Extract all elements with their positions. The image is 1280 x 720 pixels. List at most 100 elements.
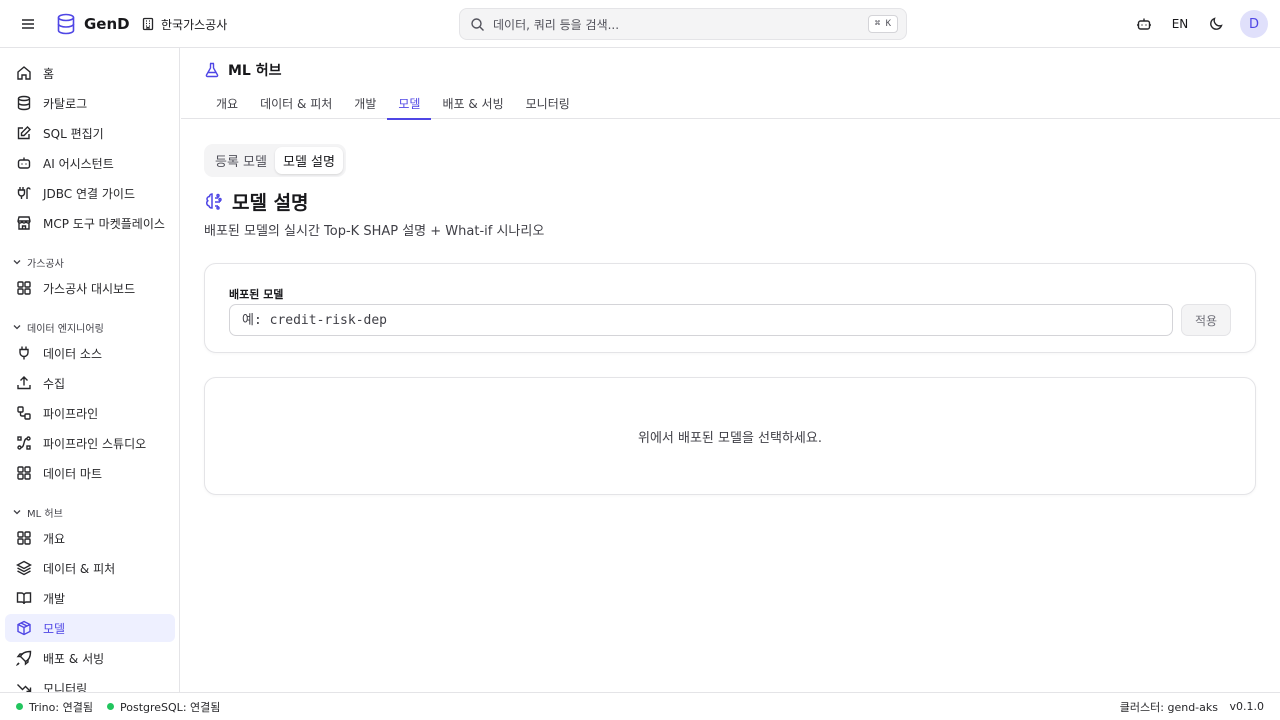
sidebar-item-pipeline[interactable]: 파이프라인 xyxy=(5,399,175,427)
apply-button[interactable]: 적용 xyxy=(1181,304,1231,336)
flask-icon xyxy=(205,62,219,78)
box-icon xyxy=(17,620,31,636)
sidebar-group-ml-hub[interactable]: ML 허브 xyxy=(12,504,63,520)
sidebar-item-data-mart[interactable]: 데이터 마트 xyxy=(5,459,175,487)
empty-state-message: 위에서 배포된 모델을 선택하세요. xyxy=(638,430,822,446)
sidebar-item-ml-dev[interactable]: 개발 xyxy=(5,584,175,612)
sidebar-item-pipeline-studio[interactable]: 파이프라인 스튜디오 xyxy=(5,429,175,457)
model-select-card: 배포된 모델 적용 xyxy=(204,263,1256,353)
database-logo-icon xyxy=(57,13,75,35)
avatar[interactable]: D xyxy=(1240,10,1268,38)
tab-data-features[interactable]: 데이터 & 피처 xyxy=(249,88,343,119)
search-box[interactable]: 데이터, 쿼리 등을 검색... ⌘ K xyxy=(459,8,907,40)
sidebar-item-ml-model[interactable]: 모델 xyxy=(5,614,175,642)
sidebar-item-label: 개발 xyxy=(43,591,66,606)
postgres-status: PostgreSQL: 연결됨 xyxy=(107,693,220,720)
tab-overview[interactable]: 개요 xyxy=(205,88,249,119)
sidebar-item-label: 파이프라인 스튜디오 xyxy=(43,436,147,451)
tab-monitoring[interactable]: 모니터링 xyxy=(515,88,581,119)
org-switcher[interactable]: 한국가스공사 xyxy=(141,14,227,34)
sidebar-item-label: 파이프라인 xyxy=(43,406,99,421)
sidebar-group-title: 데이터 엔지니어링 xyxy=(27,323,104,335)
sidebar-item-sql-editor[interactable]: SQL 편집기 xyxy=(5,119,175,147)
sidebar-item-label: 개요 xyxy=(43,531,66,546)
trino-status-text: Trino: 연결됨 xyxy=(29,700,93,714)
sidebar-item-label: 가스공사 대시보드 xyxy=(43,281,136,296)
grid-icon xyxy=(17,531,31,545)
brand[interactable]: GenD xyxy=(56,12,130,36)
deployed-model-input[interactable] xyxy=(229,304,1173,336)
tab-development[interactable]: 개발 xyxy=(343,88,387,119)
trend-icon xyxy=(17,684,32,692)
brand-name: GenD xyxy=(84,15,130,33)
bot-icon[interactable] xyxy=(1126,10,1162,38)
version-text: v0.1.0 xyxy=(1229,700,1265,713)
sidebar-item-mcp-marketplace[interactable]: MCP 도구 마켓플레이스 xyxy=(5,209,175,237)
moon-icon[interactable] xyxy=(1198,10,1234,38)
chevron-down-icon xyxy=(13,325,21,330)
status-bar: Trino: 연결됨 PostgreSQL: 연결됨 클러스터: gend-ak… xyxy=(0,692,1280,720)
sidebar-item-ingest[interactable]: 수집 xyxy=(5,369,175,397)
sidebar-item-label: MCP 도구 마켓플레이스 xyxy=(43,216,165,231)
tab-model[interactable]: 모델 xyxy=(387,88,432,120)
sidebar-item-label: 카탈로그 xyxy=(43,96,88,111)
sidebar-item-jdbc-guide[interactable]: JDBC 연결 가이드 xyxy=(5,179,175,207)
sidebar-item-ml-monitoring[interactable]: 모니터링 xyxy=(5,674,175,692)
store-icon xyxy=(17,216,31,230)
sidebar-item-ml-data-features[interactable]: 데이터 & 피처 xyxy=(5,554,175,582)
sidebar-item-catalog[interactable]: 카탈로그 xyxy=(5,89,175,117)
home-icon xyxy=(17,66,31,80)
sidebar-group-data-engineering[interactable]: 데이터 엔지니어링 xyxy=(12,319,104,335)
cluster-text: 클러스터: gend-aks xyxy=(1119,700,1218,714)
bot-icon xyxy=(17,157,31,169)
sidebar-item-ai-assistant[interactable]: AI 어시스턴트 xyxy=(5,149,175,177)
status-dot xyxy=(16,703,23,710)
sidebar-item-label: 데이터 마트 xyxy=(43,466,103,481)
segmented-control: 등록 모델 모델 설명 xyxy=(204,144,346,177)
upload-icon xyxy=(17,376,31,390)
tab-deploy-serving[interactable]: 배포 & 서빙 xyxy=(431,88,514,119)
sidebar-item-label: 홈 xyxy=(43,66,55,81)
sidebar-group-title: ML 허브 xyxy=(27,508,63,520)
menu-icon[interactable] xyxy=(18,14,38,34)
grid-icon xyxy=(17,281,31,295)
cluster-info: 클러스터: gend-aks xyxy=(1120,693,1218,720)
database-icon xyxy=(17,95,31,111)
sidebar-item-gas-dashboard[interactable]: 가스공사 대시보드 xyxy=(5,274,175,302)
status-dot xyxy=(107,703,114,710)
sidebar-item-label: 수집 xyxy=(43,376,66,391)
chevron-down-icon xyxy=(13,510,21,515)
postgres-status-text: PostgreSQL: 연결됨 xyxy=(120,700,221,714)
section-title: 모델 설명 xyxy=(232,191,309,214)
grid-icon xyxy=(17,466,31,480)
edit-icon xyxy=(17,126,31,140)
building-icon xyxy=(142,17,154,31)
search-input[interactable]: 데이터, 쿼리 등을 검색... xyxy=(493,16,868,33)
sidebar-item-ml-deploy[interactable]: 배포 & 서빙 xyxy=(5,644,175,672)
sidebar-item-label: SQL 편집기 xyxy=(43,126,104,141)
language-toggle[interactable]: EN xyxy=(1162,10,1198,38)
section-description: 배포된 모델의 실시간 Top-K SHAP 설명 + What-if 시나리오 xyxy=(204,224,545,239)
sidebar-item-label: JDBC 연결 가이드 xyxy=(43,186,136,201)
page-title: ML 허브 xyxy=(228,63,282,79)
layers-icon xyxy=(16,560,32,576)
sidebar-item-data-source[interactable]: 데이터 소스 xyxy=(5,339,175,367)
sidebar-item-label: 데이터 & 피처 xyxy=(43,561,116,576)
version-info: v0.1.0 xyxy=(1230,693,1265,720)
brain-icon xyxy=(206,193,222,210)
deployed-model-label: 배포된 모델 xyxy=(229,288,284,301)
org-name: 한국가스공사 xyxy=(161,17,228,32)
sidebar-group-gas[interactable]: 가스공사 xyxy=(12,254,64,270)
sidebar-item-ml-overview[interactable]: 개요 xyxy=(5,524,175,552)
chevron-down-icon xyxy=(13,260,21,265)
segment-model-explain[interactable]: 모델 설명 xyxy=(274,147,343,174)
sidebar-item-label: AI 어시스턴트 xyxy=(43,156,114,171)
segment-registered-models[interactable]: 등록 모델 xyxy=(207,147,275,174)
search-shortcut: ⌘ K xyxy=(867,15,898,33)
rocket-icon xyxy=(16,650,32,666)
top-bar: GenD 한국가스공사 데이터, 쿼리 등을 검색... ⌘ K EN D xyxy=(0,0,1280,48)
sidebar-item-label: 배포 & 서빙 xyxy=(43,651,105,666)
main-content: ML 허브 개요 데이터 & 피처 개발 모델 배포 & 서빙 모니터링 등록 … xyxy=(181,48,1280,692)
search-icon xyxy=(471,17,484,31)
sidebar-item-home[interactable]: 홈 xyxy=(5,59,175,87)
